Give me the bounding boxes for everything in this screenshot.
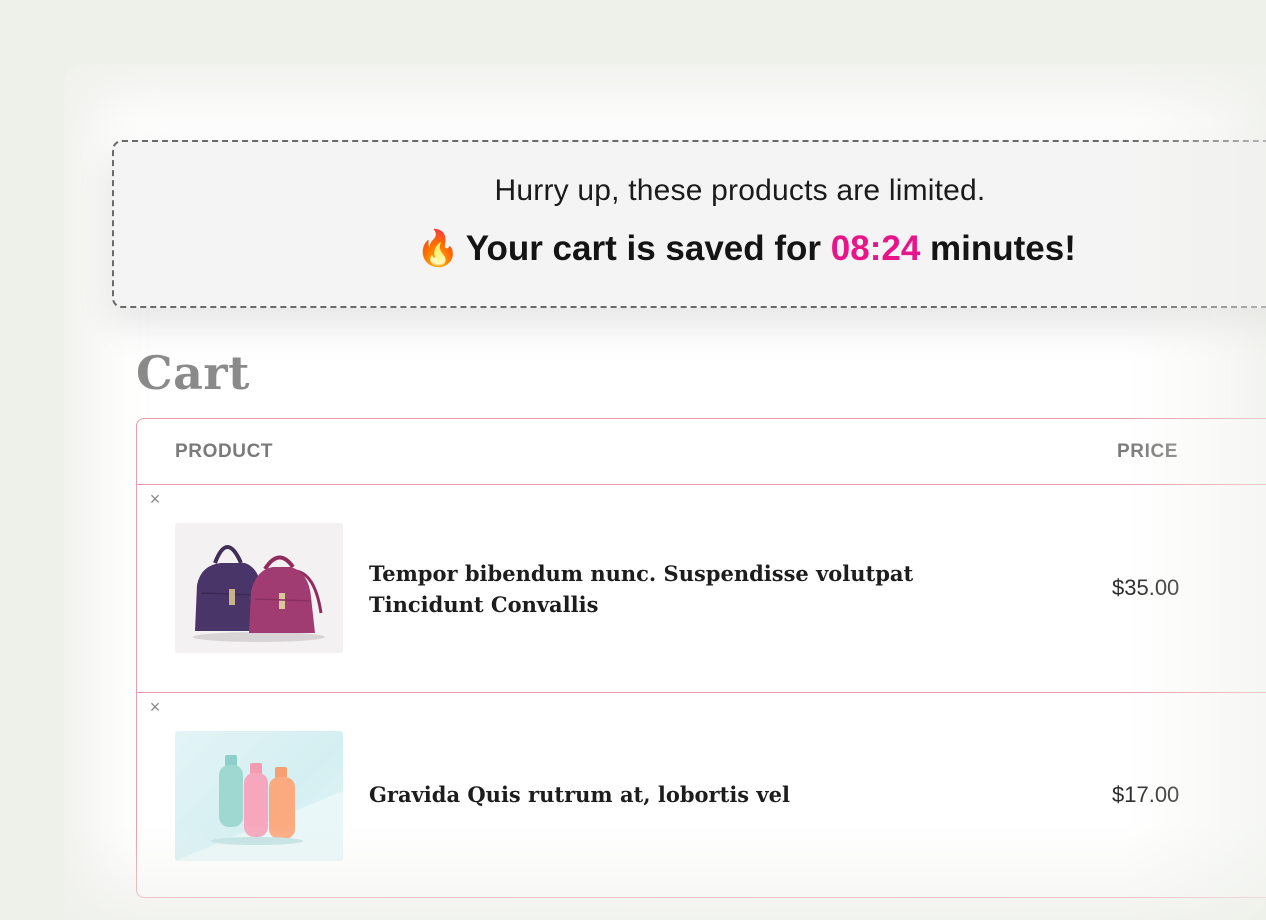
bottles-image: [175, 755, 343, 861]
cart-timer-banner: Hurry up, these products are limited. 🔥 Y…: [112, 140, 1266, 308]
countdown-time: 08:24: [830, 229, 921, 268]
cart-table: PRODUCT PRICE × Tempor bibendum nunc. Su…: [136, 418, 1266, 898]
column-header-product: PRODUCT: [175, 441, 274, 462]
product-thumbnail[interactable]: [175, 731, 343, 861]
product-thumbnail[interactable]: [175, 523, 343, 653]
fire-icon: 🔥: [416, 229, 460, 268]
timer-suffix: minutes!: [930, 229, 1076, 268]
product-name-link[interactable]: Tempor bibendum nunc. Suspendisse volutp…: [369, 558, 929, 620]
timer-countdown-line: 🔥 Your cart is saved for 08:24 minutes!: [406, 228, 1086, 269]
column-header-price: PRICE: [1117, 441, 1179, 462]
page-background: Hurry up, these products are limited. 🔥 Y…: [0, 0, 1266, 920]
product-name-line[interactable]: Tempor bibendum nunc. Suspendisse volutp…: [369, 558, 929, 589]
product-price: $17.00: [1112, 782, 1180, 807]
product-price: $35.00: [1112, 575, 1180, 600]
close-icon[interactable]: ×: [147, 490, 163, 508]
product-name-link[interactable]: Gravida Quis rutrum at, lobortis vel: [369, 779, 929, 810]
product-name-line[interactable]: Gravida Quis rutrum at, lobortis vel: [369, 779, 929, 810]
table-row: × Tempor bibendum nunc. Suspendisse volu…: [137, 485, 1266, 693]
timer-message: Hurry up, these products are limited.: [494, 174, 986, 207]
handbags-image: [193, 545, 325, 642]
table-header: PRODUCT PRICE: [137, 419, 1266, 485]
page-title: Cart: [136, 346, 250, 400]
product-name-line[interactable]: Tincidunt Convallis: [369, 589, 929, 620]
close-icon[interactable]: ×: [147, 698, 163, 716]
timer-prefix: Your cart is saved for: [465, 229, 822, 268]
table-row: × Gravida Quis rutrum at, lobortis vel $…: [137, 693, 1266, 901]
